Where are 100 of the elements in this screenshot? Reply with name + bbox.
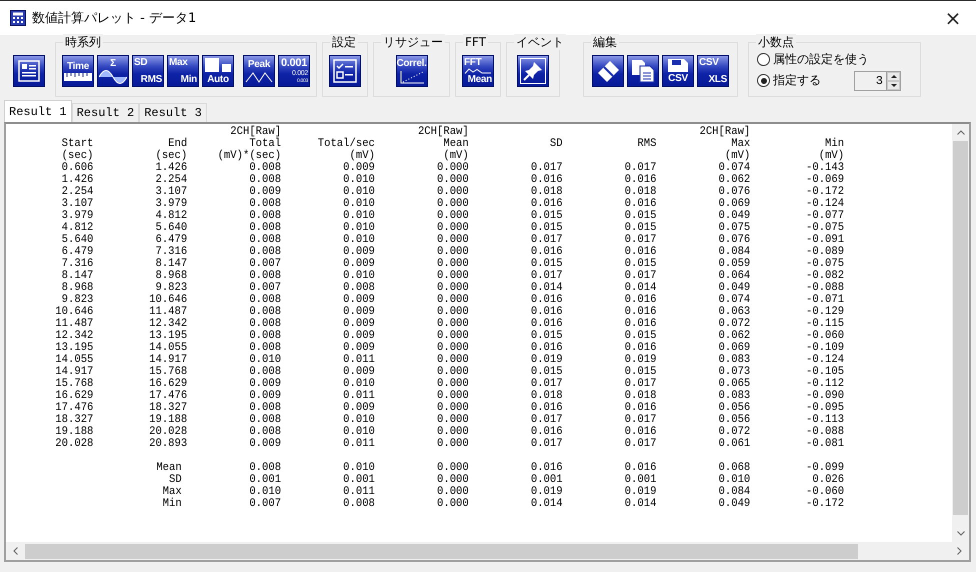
table-cell-text: -0.075 bbox=[805, 222, 844, 234]
table-cell-text: 0.000 bbox=[436, 390, 469, 402]
table-cell-text: -0.112 bbox=[805, 378, 844, 390]
table-cell-text: 0.016 bbox=[624, 342, 656, 354]
table-cell-text: 5.640 bbox=[154, 222, 188, 234]
table-cell-text: 0.016 bbox=[530, 246, 563, 258]
table-cell-text: 15.768 bbox=[148, 366, 188, 378]
table-cell-text: 1.426 bbox=[154, 162, 188, 174]
table-cell-text: 3.979 bbox=[154, 198, 188, 210]
time-button[interactable]: Time bbox=[62, 55, 94, 87]
tab[interactable]: Result 2 bbox=[72, 103, 140, 122]
table-cell-text: 0.017 bbox=[530, 162, 563, 174]
table-cell-text: 0.008 bbox=[248, 366, 282, 378]
table-cell-text: -0.089 bbox=[805, 246, 844, 258]
table-cell-text: 0.019 bbox=[530, 354, 563, 366]
table-cell-text: 0.009 bbox=[248, 438, 282, 450]
table-cell-text: -0.113 bbox=[805, 414, 844, 426]
radio-label[interactable]: 指定する bbox=[773, 72, 821, 89]
column-group-header: 2CH[Raw] bbox=[229, 126, 282, 138]
table-cell-text: 18.327 bbox=[54, 414, 94, 426]
table-cell-text: 0.056 bbox=[718, 414, 750, 426]
table-cell-text: 0.000 bbox=[436, 474, 469, 486]
table-cell-text: 0.017 bbox=[624, 378, 656, 390]
peaks-icon bbox=[245, 71, 273, 83]
correlation-button[interactable]: Correl. bbox=[396, 55, 428, 87]
radio-button[interactable] bbox=[757, 74, 770, 87]
csv-xls-button[interactable]: CSV XLS bbox=[697, 55, 729, 87]
spin-up-button[interactable] bbox=[887, 72, 900, 80]
table-cell-text: 0.018 bbox=[530, 390, 563, 402]
table-cell-text: -0.115 bbox=[805, 318, 844, 330]
table-cell-text: 0.009 bbox=[248, 378, 282, 390]
spectrum-icon bbox=[464, 68, 492, 74]
column-unit: (mV) bbox=[348, 150, 375, 162]
table-cell-text: 0.000 bbox=[436, 270, 469, 282]
table-cell-text: 0.015 bbox=[624, 222, 656, 234]
fft-button[interactable]: FFT Mean bbox=[462, 55, 494, 87]
table-cell-text: 20.028 bbox=[148, 426, 188, 438]
table-cell-text: 0.010 bbox=[342, 210, 375, 222]
table-cell-text: 0.016 bbox=[624, 246, 656, 258]
radio-label[interactable]: 属性の設定を使う bbox=[773, 51, 869, 68]
table-cell-text: 0.076 bbox=[718, 186, 750, 198]
peak-button[interactable]: Peak bbox=[243, 55, 275, 87]
table-cell-text: 0.009 bbox=[342, 294, 375, 306]
document-icon bbox=[17, 59, 41, 83]
table-cell-text: 0.016 bbox=[530, 342, 563, 354]
table-cell-text: 0.015 bbox=[530, 222, 563, 234]
table-cell-text: 0.084 bbox=[718, 246, 750, 258]
vertical-scrollbar[interactable] bbox=[952, 124, 969, 542]
table-cell-text: 0.072 bbox=[718, 426, 750, 438]
number-field[interactable]: 3 bbox=[854, 70, 887, 90]
table-cell-text: 14.055 bbox=[54, 354, 94, 366]
table-cell-text: 0.009 bbox=[248, 390, 282, 402]
group-label: 時系列 bbox=[63, 34, 103, 50]
table-cell-text: 0.016 bbox=[624, 426, 656, 438]
radio-button[interactable] bbox=[757, 53, 770, 66]
group-label: 設定 bbox=[330, 34, 358, 50]
scrollbar-thumb[interactable] bbox=[953, 141, 968, 515]
table-cell-text: 0.000 bbox=[436, 378, 469, 390]
sd-rms-button[interactable]: SD RMS bbox=[132, 55, 164, 87]
table-cell-text: 0.008 bbox=[248, 222, 282, 234]
table-cell-text: -0.091 bbox=[805, 234, 844, 246]
auto-button[interactable]: Auto bbox=[202, 55, 234, 87]
table-cell-text: 0.017 bbox=[624, 414, 656, 426]
table-cell-text: 14.055 bbox=[148, 342, 188, 354]
table-cell-text: 4.812 bbox=[154, 210, 188, 222]
table-cell-text: 0.016 bbox=[530, 426, 563, 438]
close-button[interactable]: × bbox=[930, 1, 976, 35]
column-group-header: 2CH[Raw] bbox=[698, 126, 750, 138]
table-cell-text: 0.000 bbox=[436, 198, 469, 210]
save-csv-button[interactable]: CSV bbox=[662, 55, 694, 87]
table-cell-text: 0.009 bbox=[342, 258, 375, 270]
table-cell-text: 0.019 bbox=[624, 486, 656, 498]
copy-button[interactable] bbox=[627, 55, 659, 87]
column-header: Max bbox=[731, 138, 750, 150]
table-cell-text: 0.049 bbox=[718, 282, 750, 294]
eraser-button[interactable] bbox=[592, 55, 624, 87]
chevron-right-icon bbox=[957, 547, 962, 555]
tab[interactable]: Result 1 bbox=[4, 100, 72, 122]
table-cell-text: 0.010 bbox=[342, 198, 375, 210]
pin-button[interactable] bbox=[517, 55, 549, 87]
column-unit: (sec) bbox=[154, 150, 188, 162]
table-cell-text: 0.065 bbox=[718, 378, 750, 390]
table-cell-text: 0.011 bbox=[342, 354, 375, 366]
table-cell-text: 0.000 bbox=[436, 366, 469, 378]
tab[interactable]: Result 3 bbox=[139, 103, 207, 122]
table-cell-text: -0.099 bbox=[805, 462, 844, 474]
report-button[interactable] bbox=[13, 55, 45, 87]
table-cell-text: 0.000 bbox=[436, 306, 469, 318]
table-cell-text: -0.090 bbox=[805, 390, 844, 402]
table-cell-text: 2.254 bbox=[60, 186, 94, 198]
scrollbar-thumb[interactable] bbox=[25, 544, 858, 558]
column-unit: (mV)*(sec) bbox=[216, 150, 282, 162]
horizontal-scrollbar[interactable] bbox=[6, 542, 969, 560]
table-cell-text: 0.009 bbox=[342, 366, 375, 378]
table-cell-text: 0.008 bbox=[248, 294, 282, 306]
sum-button[interactable]: Σ bbox=[97, 55, 129, 87]
settings-button[interactable] bbox=[329, 55, 361, 87]
max-min-button[interactable]: Max Min bbox=[167, 55, 199, 87]
table-cell-text: 0.017 bbox=[624, 438, 656, 450]
table-cell-text: 0.015 bbox=[530, 330, 563, 342]
